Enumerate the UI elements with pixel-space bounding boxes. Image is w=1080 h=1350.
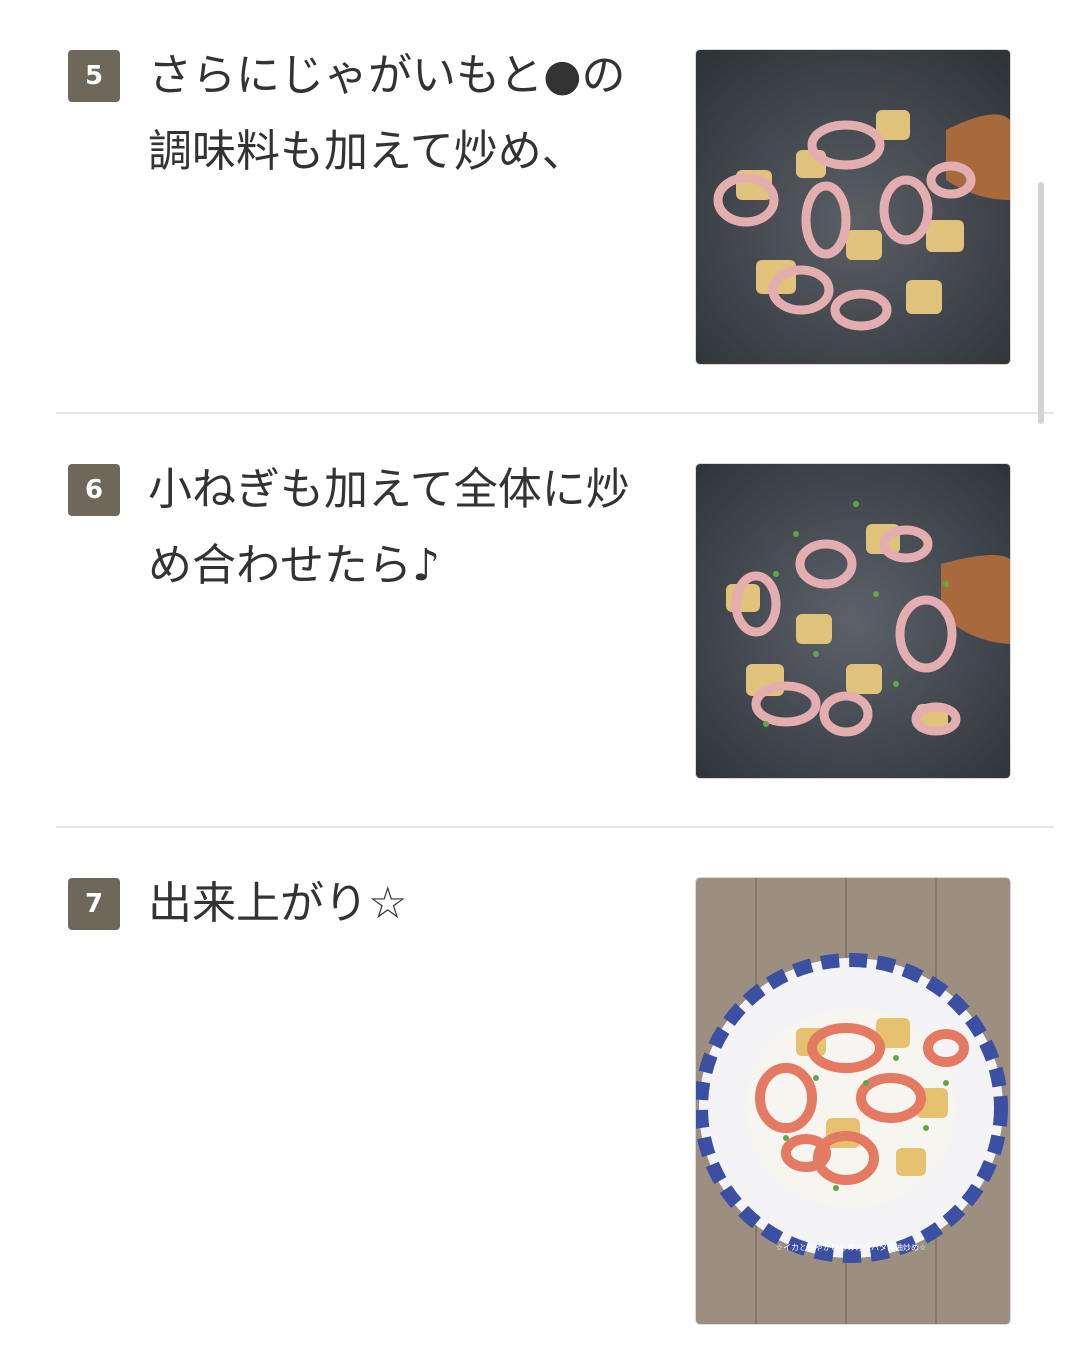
- step-description: 小ねぎも加えて全体に炒め合わせたら♪: [148, 464, 630, 591]
- photo-caption: ☆イカとじゃがいものガリバタ醤油炒め☆: [776, 1242, 926, 1252]
- scrollbar[interactable]: [1038, 182, 1044, 424]
- stir-fry-pan-photo: [696, 50, 1010, 364]
- finished-dish-photo: ☆イカとじゃがいものガリバタ醤油炒め☆: [696, 878, 1010, 1324]
- step-photo[interactable]: [696, 50, 1010, 364]
- divider: [56, 412, 1054, 414]
- step-photo[interactable]: ☆イカとじゃがいものガリバタ醤油炒め☆: [696, 878, 1010, 1324]
- step-number-badge: 5: [68, 50, 120, 102]
- step-photo[interactable]: [696, 464, 1010, 778]
- divider: [56, 826, 1054, 828]
- stir-fry-with-green-onion-photo: [696, 464, 1010, 778]
- step-number-badge: 7: [68, 878, 120, 930]
- step-description: さらにじゃがいもと●の調味料も加えて炒め、: [148, 50, 626, 177]
- step-number-badge: 6: [68, 464, 120, 516]
- step-description: 出来上がり☆: [148, 878, 408, 929]
